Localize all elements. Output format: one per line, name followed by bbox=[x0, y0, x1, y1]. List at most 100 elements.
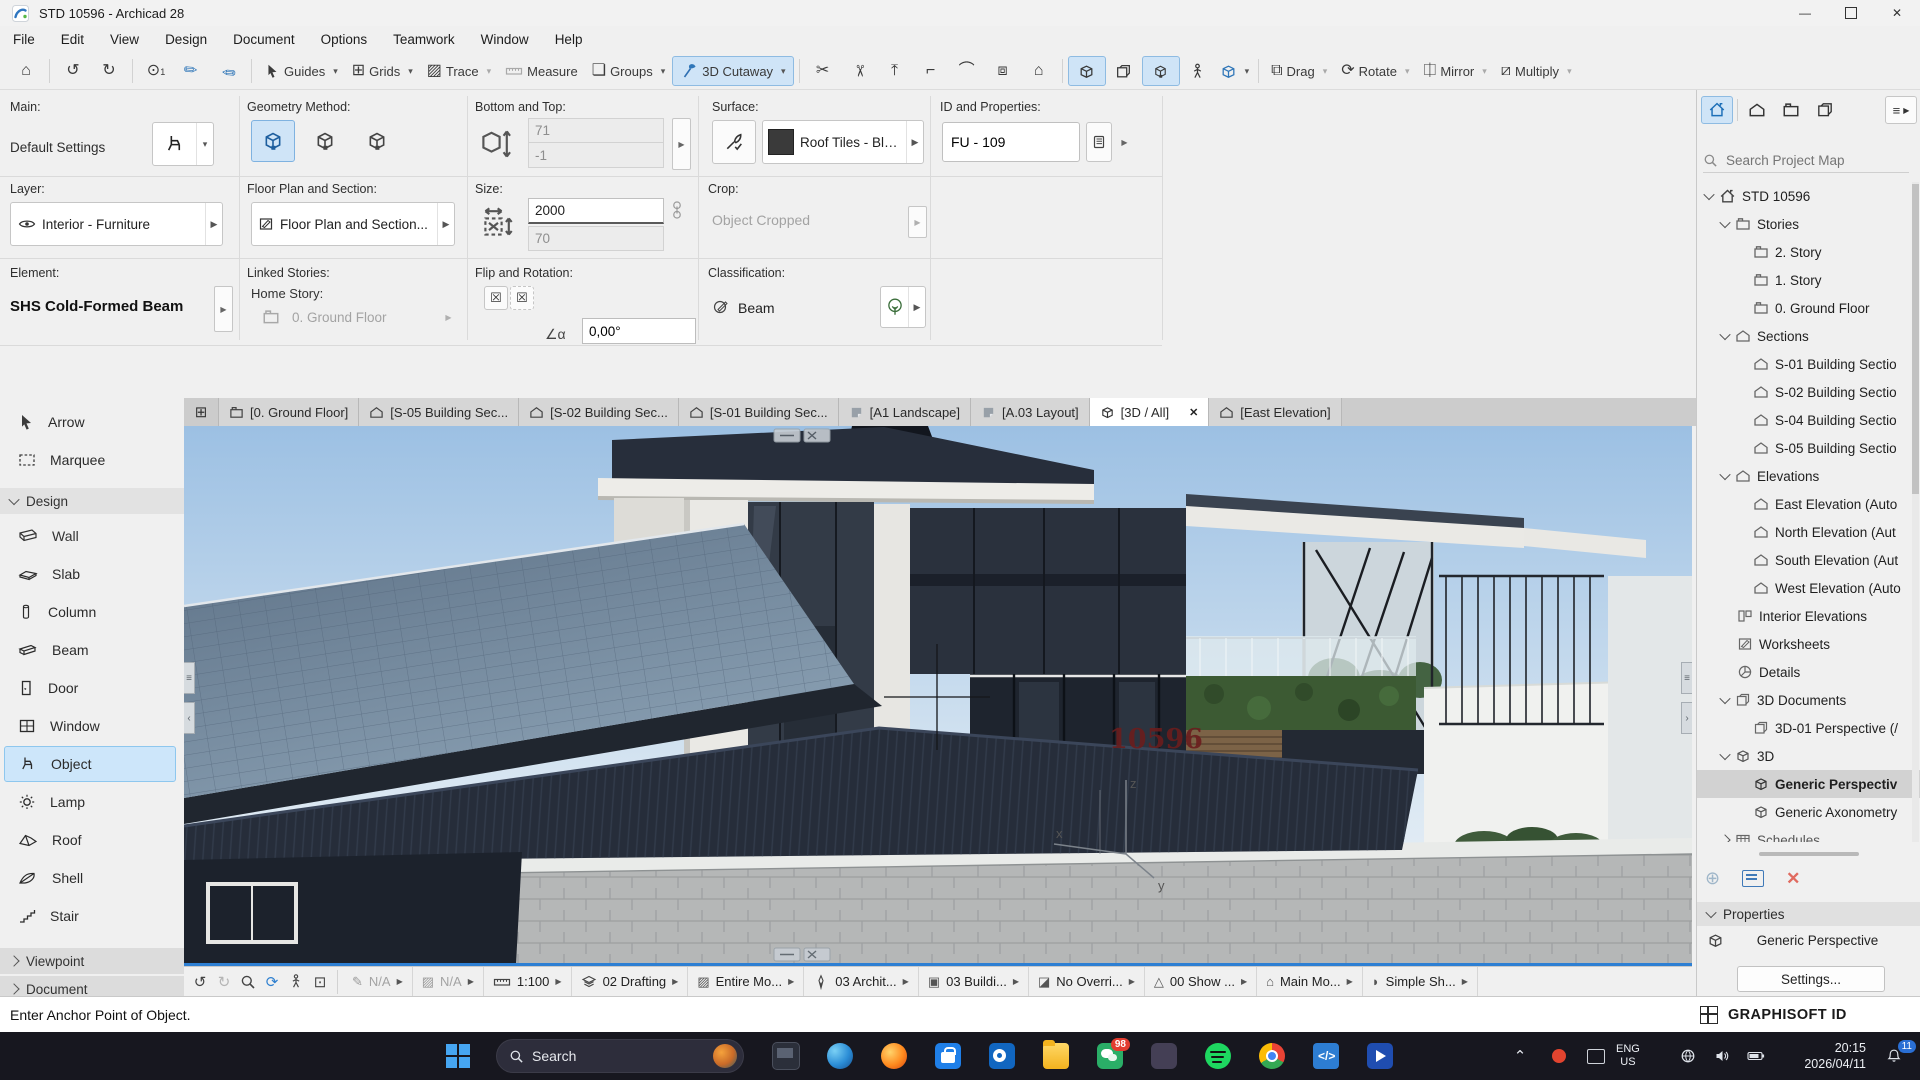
tool-object[interactable]: Object bbox=[4, 746, 176, 782]
taskbar-app-spotify[interactable] bbox=[1194, 1032, 1242, 1080]
find-select-button[interactable]: ⊙1 bbox=[138, 57, 174, 85]
tree-item-details[interactable]: Details bbox=[1697, 658, 1920, 686]
quick-option-pen-set[interactable]: 03 Archit...▶ bbox=[804, 967, 919, 996]
cutaway-button[interactable]: 3D Cutaway▾ bbox=[672, 56, 793, 86]
fillet-button[interactable]: ⌒ bbox=[949, 57, 985, 85]
quick-option-renovation-status[interactable]: ⌂Main Mo...▶ bbox=[1257, 967, 1363, 996]
geometry-method-slanted-button[interactable] bbox=[355, 120, 399, 162]
menu-edit[interactable]: Edit bbox=[48, 26, 97, 53]
menu-window[interactable]: Window bbox=[468, 26, 542, 53]
panel-resize-grip[interactable] bbox=[1759, 852, 1859, 856]
surface-dropdown[interactable]: Roof Tiles - Black ▶ bbox=[762, 120, 924, 164]
tab-s05-section[interactable]: [S-05 Building Sec... bbox=[359, 398, 519, 426]
bottom-offset-input[interactable] bbox=[528, 143, 664, 168]
tab-a1-landscape[interactable]: [A1 Landscape] bbox=[839, 398, 971, 426]
inject-parameters-button[interactable]: ✎ bbox=[210, 57, 246, 85]
menu-view[interactable]: View bbox=[97, 26, 152, 53]
tree-item-s02[interactable]: S-02 Building Sectio bbox=[1697, 378, 1920, 406]
quick-option-model-view[interactable]: ▣03 Buildi...▶ bbox=[919, 967, 1029, 996]
menu-document[interactable]: Document bbox=[220, 26, 308, 53]
flip-y-toggle[interactable]: ☒ bbox=[510, 286, 534, 310]
orbit-button[interactable]: ⟳ bbox=[260, 970, 284, 994]
flip-x-toggle[interactable]: ☒ bbox=[484, 286, 508, 310]
left-scroll-grip[interactable]: ‹ bbox=[184, 702, 195, 734]
taskbar-app-media[interactable] bbox=[1356, 1032, 1404, 1080]
tab-s02-section[interactable]: [S-02 Building Sec... bbox=[519, 398, 679, 426]
tree-item-ground-floor[interactable]: 0. Ground Floor bbox=[1697, 294, 1920, 322]
tool-column[interactable]: Column bbox=[4, 594, 176, 630]
taskbar-app-chrome[interactable] bbox=[1248, 1032, 1296, 1080]
navigator-search[interactable] bbox=[1703, 148, 1909, 173]
viewport-3d[interactable]: 10596 z x y ≡ ‹ ≡ › bbox=[184, 426, 1692, 966]
top-offset-input[interactable] bbox=[528, 118, 664, 143]
tab-a03-layout[interactable]: [A.03 Layout] bbox=[971, 398, 1090, 426]
home-button[interactable]: ⌂ bbox=[8, 57, 44, 85]
taskbar-app-file-explorer[interactable] bbox=[1032, 1032, 1080, 1080]
tree-scrollbar-thumb[interactable] bbox=[1912, 184, 1919, 494]
tree-item-story-1[interactable]: 1. Story bbox=[1697, 266, 1920, 294]
id-flyout-button[interactable]: ▶ bbox=[1116, 122, 1133, 162]
chevron-right-icon[interactable]: ▶ bbox=[205, 203, 222, 245]
menu-help[interactable]: Help bbox=[542, 26, 596, 53]
tree-item-west-elevation[interactable]: West Elevation (Auto bbox=[1697, 574, 1920, 602]
maximize-button[interactable] bbox=[1828, 0, 1874, 26]
element-flyout-button[interactable]: ▶ bbox=[214, 286, 233, 332]
link-size-icon[interactable] bbox=[670, 200, 684, 220]
properties-button[interactable] bbox=[1086, 122, 1112, 162]
size-width-input[interactable] bbox=[528, 198, 664, 224]
split-button[interactable]: ✂ bbox=[805, 57, 841, 85]
quick-option-shadows[interactable]: ◗Simple Sh...▶ bbox=[1363, 967, 1478, 996]
previous-zoom-button[interactable]: ↺ bbox=[188, 970, 212, 994]
quick-option-pen-na[interactable]: ✎N/A▶ bbox=[343, 967, 413, 996]
tree-item-s05[interactable]: S-05 Building Sectio bbox=[1697, 434, 1920, 462]
left-pan-grip[interactable]: ≡ bbox=[184, 662, 195, 694]
adjust-button[interactable]: ✂ bbox=[841, 57, 877, 85]
menu-design[interactable]: Design bbox=[152, 26, 220, 53]
tree-item-worksheets[interactable]: Worksheets bbox=[1697, 630, 1920, 658]
quick-option-scale[interactable]: 1:100▶ bbox=[484, 967, 572, 996]
bottom-top-flyout-button[interactable]: ▶ bbox=[672, 118, 691, 170]
tree-item-south-elevation[interactable]: South Elevation (Aut bbox=[1697, 546, 1920, 574]
groups-button[interactable]: ❏Groups▾ bbox=[585, 57, 673, 85]
floor-plan-display-dropdown[interactable]: Floor Plan and Section... ▶ bbox=[251, 202, 455, 246]
quick-option-graphic-override[interactable]: ◪No Overri...▶ bbox=[1029, 967, 1145, 996]
tool-door[interactable]: Door bbox=[4, 670, 176, 706]
quick-option-renovation-filter[interactable]: △00 Show ...▶ bbox=[1145, 967, 1257, 996]
toolbox-group-viewpoint[interactable]: Viewpoint bbox=[0, 948, 184, 974]
element-id-input[interactable] bbox=[942, 122, 1080, 162]
tree-item-s01[interactable]: S-01 Building Sectio bbox=[1697, 350, 1920, 378]
tree-item-stories[interactable]: Stories bbox=[1697, 210, 1920, 238]
chevron-down-icon[interactable]: ▾ bbox=[196, 123, 213, 165]
menu-options[interactable]: Options bbox=[308, 26, 381, 53]
box-stretch-button[interactable]: ⧈ bbox=[985, 57, 1021, 85]
tray-language[interactable]: ENGUS bbox=[1616, 1032, 1640, 1080]
multiply-button[interactable]: ⧄Multiply▾ bbox=[1494, 57, 1579, 85]
new-3d-button[interactable]: ▾ bbox=[1216, 57, 1254, 85]
tool-roof[interactable]: Roof bbox=[4, 822, 176, 858]
taskbar-search[interactable]: Search bbox=[496, 1039, 744, 1073]
cutaway-view-button[interactable] bbox=[1142, 56, 1180, 86]
tree-item-sections[interactable]: Sections bbox=[1697, 322, 1920, 350]
guides-button[interactable]: Guides▾ bbox=[257, 57, 345, 85]
geometry-method-simple-button[interactable] bbox=[251, 120, 295, 162]
grids-button[interactable]: ⊞Grids▾ bbox=[345, 57, 420, 85]
delete-item-icon[interactable]: ✕ bbox=[1786, 869, 1800, 889]
chevron-right-icon[interactable]: ▶ bbox=[437, 203, 454, 245]
chevron-right-icon[interactable]: ▶ bbox=[908, 287, 925, 327]
view-map-button[interactable] bbox=[1742, 97, 1772, 123]
rotate-button[interactable]: ⟳Rotate▾ bbox=[1334, 57, 1416, 85]
tree-item-3d01-perspective[interactable]: 3D-01 Perspective (/ bbox=[1697, 714, 1920, 742]
minimize-button[interactable]: — bbox=[1782, 0, 1828, 26]
tree-item-schedules[interactable]: Schedules bbox=[1697, 826, 1920, 842]
chevron-right-icon[interactable]: ▶ bbox=[906, 121, 923, 163]
quick-option-structure-display[interactable]: ▨Entire Mo...▶ bbox=[688, 967, 804, 996]
layer-dropdown[interactable]: Interior - Furniture ▶ bbox=[10, 202, 223, 246]
tree-item-generic-axonometry[interactable]: Generic Axonometry bbox=[1697, 798, 1920, 826]
search-input[interactable] bbox=[1724, 152, 1898, 169]
tree-item-story-2[interactable]: 2. Story bbox=[1697, 238, 1920, 266]
taskbar-app-wechat[interactable]: 98 bbox=[1086, 1032, 1134, 1080]
geometry-method-rotated-button[interactable] bbox=[303, 120, 347, 162]
tool-window[interactable]: Window bbox=[4, 708, 176, 744]
rotation-angle-input[interactable] bbox=[582, 318, 696, 344]
taskbar-app-code[interactable]: </> bbox=[1302, 1032, 1350, 1080]
